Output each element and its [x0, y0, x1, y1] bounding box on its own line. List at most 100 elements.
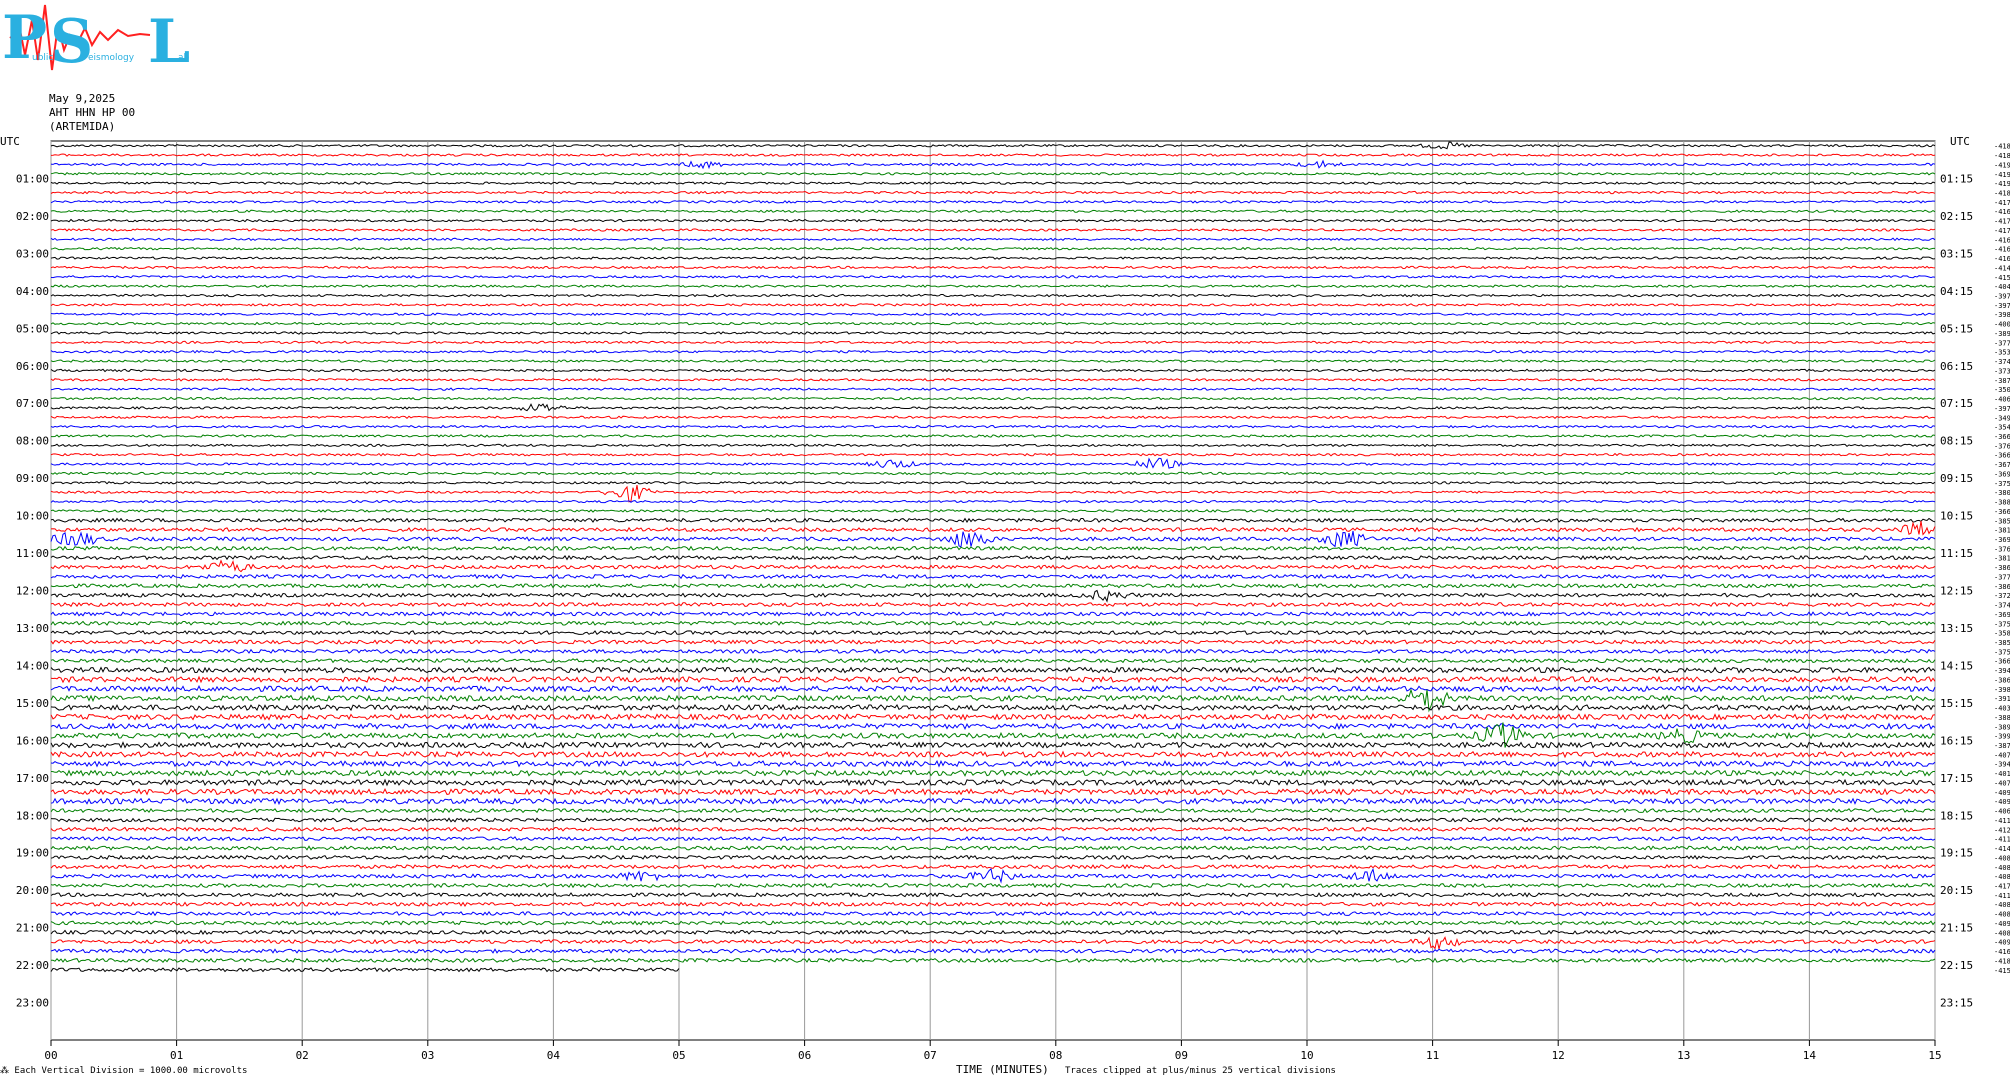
- seismic-trace: [50, 545, 1936, 552]
- left-hour-label: 04:00: [16, 285, 49, 298]
- trace-offset-label: -4093: [1994, 789, 2010, 797]
- seismic-trace: [50, 521, 1936, 536]
- seismic-trace: [50, 967, 680, 973]
- seismic-trace: [50, 583, 1936, 589]
- trace-offset-label: -3742: [1994, 602, 2010, 610]
- trace-offset-label: -4185: [1994, 957, 2010, 965]
- x-tick-label: 03: [421, 1049, 434, 1062]
- seismic-trace: [50, 359, 1936, 363]
- trace-offset-label: -4163: [1994, 948, 2010, 956]
- left-hour-label: 15:00: [16, 697, 49, 710]
- x-tick-label: 10: [1300, 1049, 1313, 1062]
- left-hour-label: 02:00: [16, 210, 49, 223]
- seismic-trace: [50, 340, 1936, 345]
- trace-offset-label: -4183: [1994, 190, 2010, 198]
- trace-offset-label: -4118: [1994, 892, 2010, 900]
- seismic-trace: [50, 554, 1936, 561]
- trace-offset-label: -3996: [1994, 733, 2010, 741]
- right-hour-label: 14:15: [1940, 659, 1973, 672]
- seismic-trace: [50, 452, 1936, 457]
- seismic-trace: [50, 920, 1936, 926]
- trace-offset-label: -3885: [1994, 499, 2010, 507]
- trace-offset-label: -3974: [1994, 293, 2010, 301]
- left-hour-label: 11:00: [16, 547, 49, 560]
- trace-offset-label: -4178: [1994, 199, 2010, 207]
- trace-offset-label: -3543: [1994, 424, 2010, 432]
- seismic-trace: [50, 759, 1936, 768]
- right-hour-label: 22:15: [1940, 959, 1973, 972]
- seismic-trace: [50, 377, 1936, 382]
- seismic-trace: [50, 274, 1936, 279]
- x-tick-label: 07: [924, 1049, 937, 1062]
- seismic-trace: [50, 817, 1936, 823]
- x-tick-label: 08: [1049, 1049, 1062, 1062]
- scale-note: ⁂ Each Vertical Division = 1000.00 micro…: [0, 1066, 247, 1076]
- trace-offset-label: -4167: [1994, 208, 2010, 216]
- trace-offset-label: -4085: [1994, 873, 2010, 881]
- seismic-trace: [50, 415, 1936, 420]
- trace-offset-label: -3976: [1994, 302, 2010, 310]
- seismic-trace: [50, 778, 1936, 787]
- left-axis-title: UTC: [0, 135, 20, 148]
- trace-offset-label: -4158: [1994, 967, 2010, 975]
- trace-offset-label: -4147: [1994, 264, 2010, 272]
- seismic-trace: [50, 713, 1936, 721]
- trace-offset-label: -3669: [1994, 452, 2010, 460]
- seismic-trace: [50, 948, 1936, 954]
- trace-offset-label: -4094: [1994, 798, 2010, 806]
- trace-offset-label: -3754: [1994, 620, 2010, 628]
- seismic-trace: [50, 892, 1936, 898]
- trace-offset-label: -3762: [1994, 442, 2010, 450]
- right-hour-label: 10:15: [1940, 510, 1973, 523]
- right-hour-label: 03:15: [1940, 247, 1973, 260]
- right-axis-title: UTC: [1950, 135, 1970, 148]
- right-hour-label: 08:15: [1940, 435, 1973, 448]
- trace-offset-label: -4009: [1994, 321, 2010, 329]
- trace-offset-label: -4178: [1994, 227, 2010, 235]
- trace-offset-label: -4098: [1994, 920, 2010, 928]
- seismic-trace: [50, 611, 1936, 617]
- left-hour-label: 13:00: [16, 622, 49, 635]
- trace-offset-label: -4195: [1994, 180, 2010, 188]
- seismic-trace: [50, 331, 1936, 335]
- trace-offset-label: -4069: [1994, 808, 2010, 816]
- trace-offset-label: -3492: [1994, 414, 2010, 422]
- seismic-trace: [50, 403, 1936, 412]
- seismic-trace: [50, 835, 1936, 842]
- seismic-trace: [50, 589, 1936, 603]
- trace-offset-label: -4087: [1994, 911, 2010, 919]
- seismic-trace: [50, 303, 1936, 307]
- seismic-trace: [50, 750, 1936, 759]
- left-hour-label: 16:00: [16, 734, 49, 747]
- trace-offset-label: -3676: [1994, 461, 2010, 469]
- seismic-trace: [50, 658, 1936, 664]
- left-hour-label: 17:00: [16, 772, 49, 785]
- trace-offset-label: -3869: [1994, 564, 2010, 572]
- seismic-trace: [50, 387, 1936, 391]
- trace-offset-label: -4080: [1994, 901, 2010, 909]
- seismic-trace: [50, 481, 1936, 485]
- seismic-trace: [50, 703, 1936, 712]
- trace-offset-label: -3858: [1994, 639, 2010, 647]
- x-tick-label: 15: [1928, 1049, 1941, 1062]
- seismic-trace: [50, 675, 1936, 684]
- left-hour-label: 05:00: [16, 322, 49, 335]
- trace-offset-label: -3662: [1994, 658, 2010, 666]
- seismic-trace: [50, 901, 1936, 907]
- trace-offset-label: -4060: [1994, 396, 2010, 404]
- seismic-trace: [50, 172, 1936, 176]
- trace-offset-label: -3699: [1994, 470, 2010, 478]
- seismic-trace: [50, 471, 1936, 476]
- trace-offset-label: -3863: [1994, 676, 2010, 684]
- x-tick-label: 04: [547, 1049, 561, 1062]
- seismic-trace: [50, 867, 1935, 884]
- seismic-trace: [50, 620, 1936, 626]
- seismic-trace: [50, 845, 1936, 851]
- seismic-trace: [50, 722, 1936, 748]
- right-hour-label: 18:15: [1940, 809, 1973, 822]
- trace-offset-label: -3897: [1994, 723, 2010, 731]
- trace-offset-label: -3944: [1994, 761, 2010, 769]
- x-tick-label: 00: [44, 1049, 57, 1062]
- x-tick-label: 01: [170, 1049, 183, 1062]
- left-hour-label: 01:00: [16, 172, 49, 185]
